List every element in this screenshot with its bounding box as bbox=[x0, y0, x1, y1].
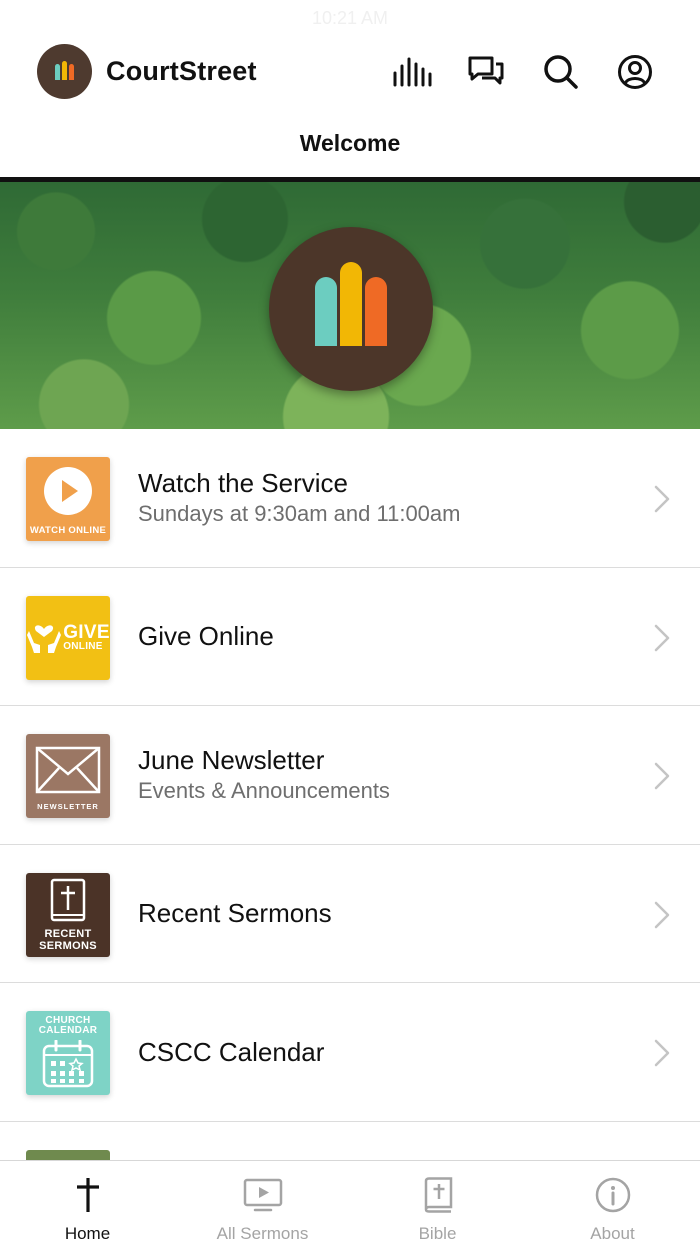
tab-label: All Sermons bbox=[216, 1224, 309, 1243]
item-title: Recent Sermons bbox=[138, 898, 332, 929]
search-icon[interactable] bbox=[541, 52, 581, 92]
tab-label: Bible bbox=[418, 1224, 457, 1243]
thumb-caption: CHURCH CALENDAR bbox=[38, 1014, 98, 1036]
app-logo[interactable] bbox=[37, 44, 92, 99]
list-item-recent-sermons[interactable]: RECENT SERMONS Recent Sermons bbox=[0, 845, 700, 983]
tab-bar: Home All Sermons Bible About bbox=[0, 1160, 700, 1244]
chevron-right-icon bbox=[654, 624, 670, 651]
tab-bible[interactable]: Bible bbox=[350, 1161, 525, 1244]
cross-icon bbox=[68, 1175, 108, 1215]
calendar-icon bbox=[42, 1039, 94, 1093]
envelope-icon bbox=[35, 746, 101, 799]
thumb-caption: RECENT SERMONS bbox=[39, 928, 97, 952]
item-subtitle: Events & Announcements bbox=[138, 778, 390, 804]
tab-label: About bbox=[590, 1224, 635, 1243]
item-title: June Newsletter bbox=[138, 744, 325, 775]
chat-icon[interactable] bbox=[466, 52, 506, 92]
recent-sermons-thumbnail: RECENT SERMONS bbox=[26, 872, 110, 957]
play-icon bbox=[43, 466, 93, 521]
tab-label: Home bbox=[64, 1224, 111, 1243]
page-title: Welcome bbox=[299, 130, 401, 156]
tv-play-icon bbox=[243, 1175, 283, 1215]
list-item-calendar[interactable]: CHURCH CALENDAR CSCC Calendar bbox=[0, 983, 700, 1122]
thumb-caption: NEWSLETTER bbox=[37, 801, 99, 811]
item-title: Watch the Service bbox=[138, 467, 349, 498]
chevron-right-icon bbox=[654, 762, 670, 790]
hands-heart-icon bbox=[26, 615, 62, 660]
info-icon bbox=[593, 1175, 633, 1215]
newsletter-thumbnail: NEWSLETTER bbox=[26, 734, 110, 818]
thumb-caption-small: ONLINE bbox=[63, 641, 103, 652]
thumb-caption: WATCH ONLINE bbox=[29, 525, 107, 537]
item-title: Give Online bbox=[138, 621, 274, 652]
app-title: CourtStreet bbox=[106, 56, 257, 86]
tab-about[interactable]: About bbox=[525, 1161, 700, 1244]
item-subtitle: Sundays at 9:30am and 11:00am bbox=[138, 501, 461, 527]
thumb-caption: GIVE bbox=[63, 622, 110, 643]
bible-icon bbox=[48, 878, 88, 927]
bible-book-icon bbox=[418, 1175, 458, 1215]
top-bar: CourtStreet bbox=[0, 40, 700, 102]
status-time: 10:21 AM bbox=[311, 8, 389, 28]
tab-home[interactable]: Home bbox=[0, 1161, 175, 1244]
tab-all-sermons[interactable]: All Sermons bbox=[175, 1161, 350, 1244]
account-icon[interactable] bbox=[615, 52, 655, 92]
chevron-right-icon bbox=[654, 901, 670, 928]
menu-list: WATCH ONLINE Watch the Service Sundays a… bbox=[0, 429, 700, 1244]
list-item-watch-service[interactable]: WATCH ONLINE Watch the Service Sundays a… bbox=[0, 429, 700, 568]
chevron-right-icon bbox=[654, 485, 670, 513]
church-logo bbox=[269, 227, 433, 391]
audio-bars-icon[interactable] bbox=[392, 52, 432, 92]
list-item-newsletter[interactable]: NEWSLETTER June Newsletter Events & Anno… bbox=[0, 706, 700, 845]
calendar-thumbnail: CHURCH CALENDAR bbox=[26, 1011, 110, 1095]
item-title: CSCC Calendar bbox=[138, 1036, 325, 1067]
chevron-right-icon bbox=[654, 1039, 670, 1067]
list-item-give-online[interactable]: GIVE ONLINE Give Online bbox=[0, 568, 700, 706]
hero-banner bbox=[0, 177, 700, 429]
watch-online-thumbnail: WATCH ONLINE bbox=[26, 457, 110, 541]
give-online-thumbnail: GIVE ONLINE bbox=[26, 595, 110, 680]
